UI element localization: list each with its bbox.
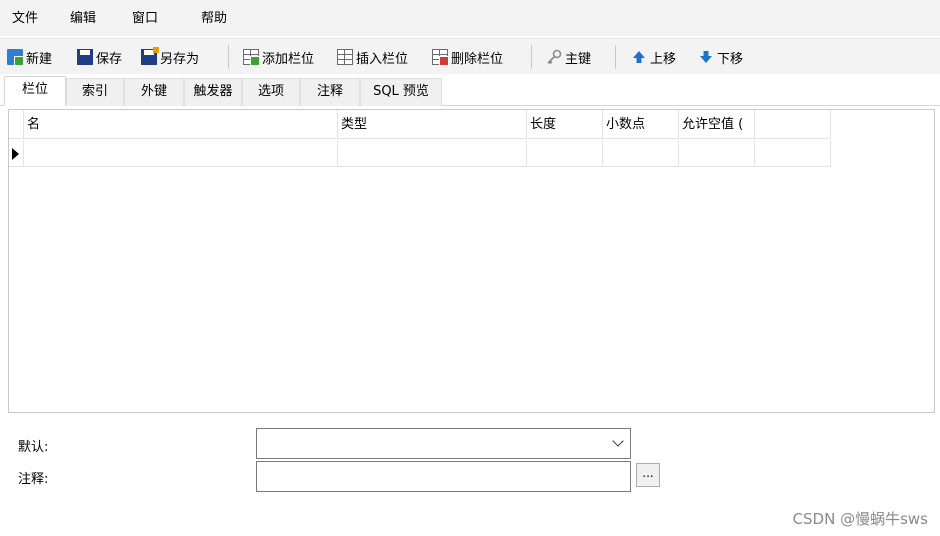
column-header-type[interactable]: 类型 [338, 110, 527, 138]
comment-field[interactable] [256, 461, 631, 492]
column-header-length[interactable]: 长度 [527, 110, 603, 138]
primary-key-button[interactable]: 主键 [546, 47, 591, 67]
tab-foreign-keys[interactable]: 外键 [124, 78, 184, 106]
column-header-allow-null[interactable]: 允许空值 ( [679, 110, 755, 138]
row-header-column [9, 110, 24, 138]
menu-help[interactable]: 帮助 [201, 11, 227, 27]
menu-bar: 文件 编辑 窗口 帮助 [0, 0, 940, 36]
table-row[interactable] [9, 140, 831, 167]
delete-column-label: 删除栏位 [451, 51, 504, 67]
comment-label: 注释: [18, 472, 49, 487]
save-icon [77, 49, 93, 65]
tab-sql-preview[interactable]: SQL 预览 [360, 78, 442, 106]
primary-key-label: 主键 [565, 51, 592, 67]
new-button-label: 新建 [26, 51, 53, 67]
save-as-button-label: 另存为 [160, 51, 200, 67]
delete-column-button[interactable]: 删除栏位 [432, 47, 503, 67]
current-row-indicator-icon [12, 148, 19, 160]
tab-fields[interactable]: 栏位 [4, 76, 66, 106]
new-table-icon [7, 49, 24, 66]
move-up-label: 上移 [650, 51, 677, 67]
chevron-down-icon [612, 435, 624, 447]
add-column-label: 添加栏位 [262, 51, 315, 67]
insert-column-button[interactable]: 插入栏位 [337, 47, 408, 67]
default-select[interactable] [256, 428, 631, 459]
column-header-decimals[interactable]: 小数点 [603, 110, 679, 138]
save-button-label: 保存 [96, 51, 123, 67]
cell-name[interactable] [24, 140, 338, 166]
delete-column-icon [432, 49, 449, 66]
arrow-up-icon [631, 49, 647, 65]
menu-edit[interactable]: 编辑 [70, 11, 96, 27]
move-down-label: 下移 [717, 51, 744, 67]
toolbar-separator [228, 45, 229, 69]
tab-comments[interactable]: 注释 [300, 78, 360, 106]
toolbar-separator [615, 45, 616, 69]
grid-header: 名 类型 长度 小数点 允许空值 ( [9, 110, 831, 139]
save-button[interactable]: 保存 [77, 47, 122, 67]
cell-type[interactable] [338, 140, 527, 166]
cell-extra[interactable] [755, 140, 831, 166]
key-icon [546, 49, 562, 65]
cell-length[interactable] [527, 140, 603, 166]
insert-column-label: 插入栏位 [356, 51, 409, 67]
tab-options[interactable]: 选项 [242, 78, 300, 106]
default-label: 默认: [18, 440, 49, 455]
move-down-button[interactable]: 下移 [698, 47, 743, 67]
fields-grid[interactable]: 名 类型 长度 小数点 允许空值 ( [8, 109, 935, 413]
cell-decimals[interactable] [603, 140, 679, 166]
insert-column-icon [337, 49, 353, 65]
menu-window[interactable]: 窗口 [132, 11, 158, 27]
column-header-extra[interactable] [755, 110, 831, 138]
add-column-icon [243, 49, 260, 66]
new-button[interactable]: 新建 [7, 47, 52, 67]
arrow-down-icon [698, 49, 714, 65]
move-up-button[interactable]: 上移 [631, 47, 676, 67]
row-selector[interactable] [9, 140, 24, 166]
tab-indexes[interactable]: 索引 [66, 78, 124, 106]
cell-allow-null[interactable] [679, 140, 755, 166]
toolbar: 新建 保存 另存为 添加栏位 插入栏位 删除栏位 主键 上移 下移 [0, 38, 940, 74]
column-header-name[interactable]: 名 [24, 110, 338, 138]
watermark: CSDN @慢蜗牛sws [792, 510, 928, 528]
tab-triggers[interactable]: 触发器 [184, 78, 242, 106]
toolbar-separator [531, 45, 532, 69]
add-column-button[interactable]: 添加栏位 [243, 47, 314, 67]
save-as-button[interactable]: 另存为 [141, 47, 199, 67]
menu-file[interactable]: 文件 [12, 11, 38, 27]
save-as-icon [141, 47, 159, 65]
comment-editor-button[interactable]: ... [636, 463, 660, 487]
